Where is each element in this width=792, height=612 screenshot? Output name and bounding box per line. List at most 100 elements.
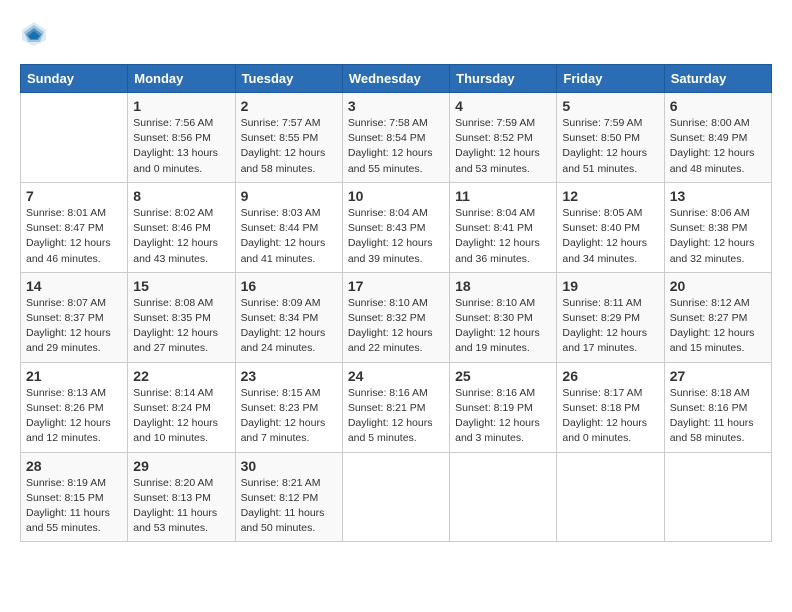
day-info: Sunrise: 8:16 AM Sunset: 8:19 PM Dayligh… — [455, 386, 551, 447]
day-info: Sunrise: 8:08 AM Sunset: 8:35 PM Dayligh… — [133, 296, 229, 357]
day-info: Sunrise: 8:05 AM Sunset: 8:40 PM Dayligh… — [562, 206, 658, 267]
calendar-cell: 22Sunrise: 8:14 AM Sunset: 8:24 PM Dayli… — [128, 362, 235, 452]
calendar-cell: 17 Sunrise: 8:10 AM Sunset: 8:32 PM Dayli… — [342, 272, 449, 362]
day-info: Sunrise: 8:09 AM Sunset: 8:34 PM Dayligh… — [241, 296, 337, 357]
day-info: Sunrise: 7:57 AM Sunset: 8:55 PM Dayligh… — [241, 116, 337, 177]
day-info: Sunrise: 8:10 AM Sunset: 8:30 PM Dayligh… — [455, 296, 551, 357]
weekday-header-thursday: Thursday — [450, 65, 557, 93]
day-number: 27 — [670, 368, 766, 384]
weekday-header-saturday: Saturday — [664, 65, 771, 93]
day-number: 18 — [455, 278, 551, 294]
calendar-table: SundayMondayTuesdayWednesdayThursdayFrid… — [20, 64, 772, 542]
logo-icon — [20, 20, 48, 48]
day-info: Sunrise: 8:17 AM Sunset: 8:18 PM Dayligh… — [562, 386, 658, 447]
day-number: 15 — [133, 278, 229, 294]
calendar-cell — [557, 452, 664, 542]
day-number: 17 — [348, 278, 444, 294]
calendar-cell: 23Sunrise: 8:15 AM Sunset: 8:23 PM Dayli… — [235, 362, 342, 452]
weekday-header-sunday: Sunday — [21, 65, 128, 93]
day-info: Sunrise: 8:20 AM Sunset: 8:13 PM Dayligh… — [133, 476, 229, 537]
day-number: 8 — [133, 188, 229, 204]
day-info: Sunrise: 7:59 AM Sunset: 8:50 PM Dayligh… — [562, 116, 658, 177]
day-info: Sunrise: 8:10 AM Sunset: 8:32 PM Dayligh… — [348, 296, 444, 357]
calendar-cell: 7 Sunrise: 8:01 AM Sunset: 8:47 PM Daylig… — [21, 182, 128, 272]
calendar-cell: 14 Sunrise: 8:07 AM Sunset: 8:37 PM Dayli… — [21, 272, 128, 362]
day-info: Sunrise: 8:02 AM Sunset: 8:46 PM Dayligh… — [133, 206, 229, 267]
calendar-cell: 25 Sunrise: 8:16 AM Sunset: 8:19 PM Dayli… — [450, 362, 557, 452]
day-number: 19 — [562, 278, 658, 294]
calendar-cell: 5 Sunrise: 7:59 AM Sunset: 8:50 PM Daylig… — [557, 93, 664, 183]
calendar-cell: 6 Sunrise: 8:00 AM Sunset: 8:49 PM Daylig… — [664, 93, 771, 183]
calendar-cell: 21 Sunrise: 8:13 AM Sunset: 8:26 PM Dayli… — [21, 362, 128, 452]
calendar-cell: 3 Sunrise: 7:58 AM Sunset: 8:54 PM Daylig… — [342, 93, 449, 183]
day-number: 1 — [133, 98, 229, 114]
calendar-cell — [450, 452, 557, 542]
day-info: Sunrise: 8:16 AM Sunset: 8:21 PM Dayligh… — [348, 386, 444, 447]
day-info: Sunrise: 8:06 AM Sunset: 8:38 PM Dayligh… — [670, 206, 766, 267]
day-number: 20 — [670, 278, 766, 294]
calendar-cell: 13Sunrise: 8:06 AM Sunset: 8:38 PM Dayli… — [664, 182, 771, 272]
day-number: 10 — [348, 188, 444, 204]
calendar-cell: 15 Sunrise: 8:08 AM Sunset: 8:35 PM Dayli… — [128, 272, 235, 362]
weekday-header-tuesday: Tuesday — [235, 65, 342, 93]
day-number: 25 — [455, 368, 551, 384]
day-info: Sunrise: 8:01 AM Sunset: 8:47 PM Dayligh… — [26, 206, 122, 267]
calendar-cell — [342, 452, 449, 542]
calendar-week-2: 7 Sunrise: 8:01 AM Sunset: 8:47 PM Daylig… — [21, 182, 772, 272]
calendar-cell: 2 Sunrise: 7:57 AM Sunset: 8:55 PM Daylig… — [235, 93, 342, 183]
calendar-week-5: 28 Sunrise: 8:19 AM Sunset: 8:15 PM Dayli… — [21, 452, 772, 542]
calendar-cell: 28 Sunrise: 8:19 AM Sunset: 8:15 PM Dayli… — [21, 452, 128, 542]
calendar-week-3: 14 Sunrise: 8:07 AM Sunset: 8:37 PM Dayli… — [21, 272, 772, 362]
day-number: 7 — [26, 188, 122, 204]
calendar-cell: 30 Sunrise: 8:21 AM Sunset: 8:12 PM Dayli… — [235, 452, 342, 542]
calendar-cell: 26 Sunrise: 8:17 AM Sunset: 8:18 PM Dayli… — [557, 362, 664, 452]
day-info: Sunrise: 8:03 AM Sunset: 8:44 PM Dayligh… — [241, 206, 337, 267]
day-info: Sunrise: 8:19 AM Sunset: 8:15 PM Dayligh… — [26, 476, 122, 537]
day-info: Sunrise: 8:15 AM Sunset: 8:23 PM Dayligh… — [241, 386, 337, 447]
day-number: 14 — [26, 278, 122, 294]
weekday-header-friday: Friday — [557, 65, 664, 93]
calendar-cell: 4 Sunrise: 7:59 AM Sunset: 8:52 PM Daylig… — [450, 93, 557, 183]
calendar-cell: 10 Sunrise: 8:04 AM Sunset: 8:43 PM Dayli… — [342, 182, 449, 272]
day-number: 16 — [241, 278, 337, 294]
calendar-cell: 12 Sunrise: 8:05 AM Sunset: 8:40 PM Dayli… — [557, 182, 664, 272]
day-info: Sunrise: 8:04 AM Sunset: 8:41 PM Dayligh… — [455, 206, 551, 267]
day-number: 3 — [348, 98, 444, 114]
calendar-cell: 8 Sunrise: 8:02 AM Sunset: 8:46 PM Daylig… — [128, 182, 235, 272]
calendar-cell: 29Sunrise: 8:20 AM Sunset: 8:13 PM Dayli… — [128, 452, 235, 542]
day-number: 30 — [241, 458, 337, 474]
day-info: Sunrise: 8:11 AM Sunset: 8:29 PM Dayligh… — [562, 296, 658, 357]
weekday-header-monday: Monday — [128, 65, 235, 93]
day-number: 5 — [562, 98, 658, 114]
day-number: 28 — [26, 458, 122, 474]
calendar-cell: 24Sunrise: 8:16 AM Sunset: 8:21 PM Dayli… — [342, 362, 449, 452]
day-info: Sunrise: 8:13 AM Sunset: 8:26 PM Dayligh… — [26, 386, 122, 447]
calendar-cell — [21, 93, 128, 183]
day-info: Sunrise: 8:07 AM Sunset: 8:37 PM Dayligh… — [26, 296, 122, 357]
calendar-cell: 20 Sunrise: 8:12 AM Sunset: 8:27 PM Dayli… — [664, 272, 771, 362]
day-info: Sunrise: 8:00 AM Sunset: 8:49 PM Dayligh… — [670, 116, 766, 177]
day-info: Sunrise: 7:56 AM Sunset: 8:56 PM Dayligh… — [133, 116, 229, 177]
calendar-week-4: 21 Sunrise: 8:13 AM Sunset: 8:26 PM Dayli… — [21, 362, 772, 452]
day-number: 12 — [562, 188, 658, 204]
day-info: Sunrise: 8:18 AM Sunset: 8:16 PM Dayligh… — [670, 386, 766, 447]
logo — [20, 20, 52, 48]
day-number: 26 — [562, 368, 658, 384]
day-number: 11 — [455, 188, 551, 204]
day-number: 4 — [455, 98, 551, 114]
day-number: 6 — [670, 98, 766, 114]
day-info: Sunrise: 7:59 AM Sunset: 8:52 PM Dayligh… — [455, 116, 551, 177]
day-info: Sunrise: 8:21 AM Sunset: 8:12 PM Dayligh… — [241, 476, 337, 537]
day-info: Sunrise: 7:58 AM Sunset: 8:54 PM Dayligh… — [348, 116, 444, 177]
day-number: 21 — [26, 368, 122, 384]
calendar-cell: 9Sunrise: 8:03 AM Sunset: 8:44 PM Daylig… — [235, 182, 342, 272]
page-header — [20, 20, 772, 48]
day-info: Sunrise: 8:12 AM Sunset: 8:27 PM Dayligh… — [670, 296, 766, 357]
weekday-header-row: SundayMondayTuesdayWednesdayThursdayFrid… — [21, 65, 772, 93]
day-number: 2 — [241, 98, 337, 114]
calendar-cell: 11 Sunrise: 8:04 AM Sunset: 8:41 PM Dayli… — [450, 182, 557, 272]
calendar-cell: 27 Sunrise: 8:18 AM Sunset: 8:16 PM Dayli… — [664, 362, 771, 452]
day-info: Sunrise: 8:14 AM Sunset: 8:24 PM Dayligh… — [133, 386, 229, 447]
day-info: Sunrise: 8:04 AM Sunset: 8:43 PM Dayligh… — [348, 206, 444, 267]
weekday-header-wednesday: Wednesday — [342, 65, 449, 93]
